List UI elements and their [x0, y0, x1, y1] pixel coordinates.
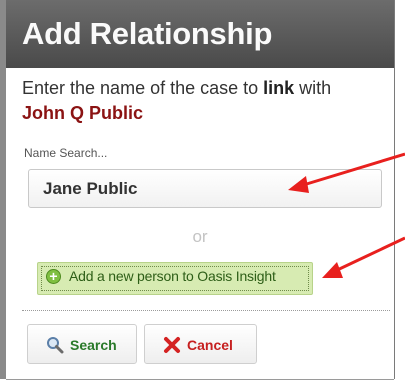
- dialog-titlebar: Add Relationship: [6, 0, 394, 68]
- dotted-divider: [22, 310, 390, 311]
- prompt-suffix: with: [294, 78, 332, 98]
- magnifier-icon: [47, 337, 64, 354]
- cancel-button-label: Cancel: [187, 337, 233, 353]
- search-button[interactable]: Search: [27, 324, 137, 364]
- dialog-title: Add Relationship: [22, 16, 273, 51]
- plus-circle-icon: +: [46, 269, 61, 284]
- add-new-person-label: Add a new person to Oasis Insight: [69, 268, 276, 284]
- person-name: John Q Public: [22, 103, 144, 123]
- cancel-button[interactable]: Cancel: [144, 324, 257, 364]
- add-new-person-button[interactable]: + Add a new person to Oasis Insight: [37, 262, 313, 295]
- name-search-input[interactable]: [28, 169, 382, 208]
- x-icon: [164, 337, 180, 353]
- prompt-prefix: Enter the name of the case to: [22, 78, 264, 98]
- dialog-prompt: Enter the name of the case to link with: [22, 78, 331, 99]
- or-separator: or: [192, 227, 208, 246]
- name-search-label: Name Search...: [24, 146, 108, 160]
- search-button-label: Search: [70, 337, 117, 353]
- background-panel-right: [395, 0, 405, 379]
- add-relationship-dialog: Add Relationship Enter the name of the c…: [6, 0, 394, 380]
- prompt-bold: link: [263, 78, 295, 98]
